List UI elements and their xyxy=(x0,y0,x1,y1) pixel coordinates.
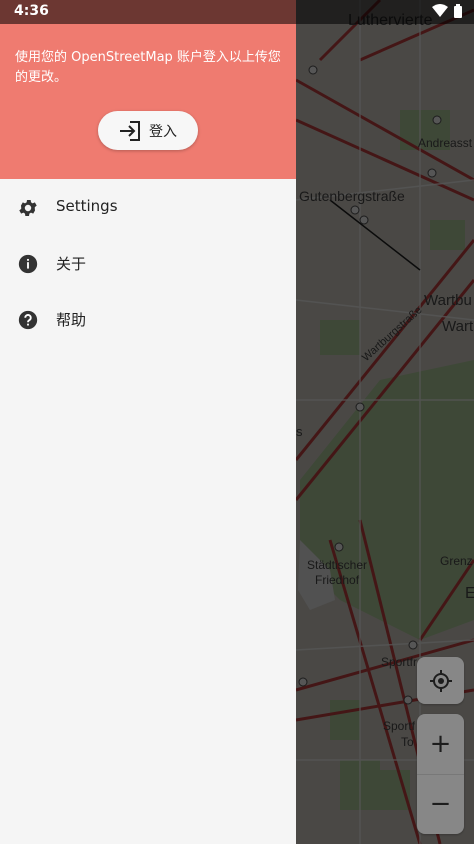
status-time: 4:36 xyxy=(14,3,49,19)
login-icon xyxy=(120,120,140,141)
help-icon xyxy=(18,310,38,330)
menu-item-about[interactable]: 关于 xyxy=(0,235,296,291)
status-bar: 4:36 xyxy=(0,0,474,24)
login-prompt-text: 使用您的 OpenStreetMap 账户登入以上传您的更改。 xyxy=(15,50,281,85)
drawer-header: 使用您的 OpenStreetMap 账户登入以上传您的更改。 登入 xyxy=(0,0,296,179)
navigation-drawer: 使用您的 OpenStreetMap 账户登入以上传您的更改。 登入 Setti… xyxy=(0,0,296,844)
login-button-label: 登入 xyxy=(149,123,177,140)
info-icon xyxy=(18,254,38,274)
wifi-icon xyxy=(432,4,448,17)
menu-item-settings[interactable]: Settings xyxy=(0,179,296,235)
menu-item-label: 帮助 xyxy=(56,311,87,329)
menu-item-help[interactable]: 帮助 xyxy=(0,291,296,347)
status-icons xyxy=(432,4,462,18)
menu-item-label: Settings xyxy=(56,197,118,215)
drawer-scrim-overlay xyxy=(296,0,474,844)
menu-item-label: 关于 xyxy=(56,255,87,273)
battery-icon xyxy=(454,4,462,18)
gear-icon xyxy=(19,200,37,216)
login-button[interactable]: 登入 xyxy=(98,111,198,150)
